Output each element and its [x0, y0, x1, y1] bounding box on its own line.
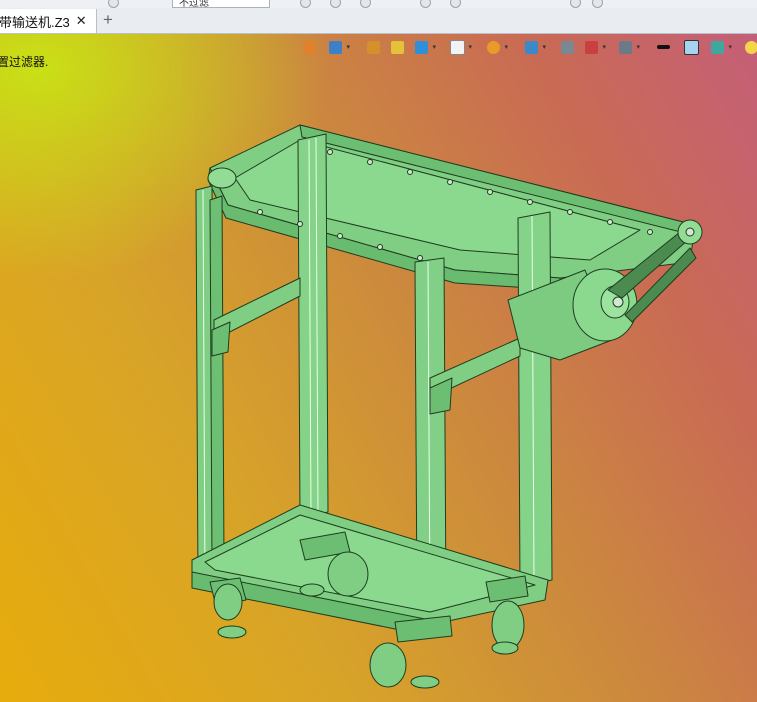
solid-shade-glyph	[390, 40, 404, 54]
pen-tool-icon[interactable]	[364, 38, 382, 56]
render-ball-icon[interactable]: ▾	[484, 38, 508, 56]
white-cube-glyph	[449, 39, 465, 55]
caster-right	[485, 575, 529, 655]
zoom-fit-icon[interactable]: ▾	[522, 38, 546, 56]
white-cube-icon[interactable]: ▾	[448, 38, 472, 56]
chevron-down-icon[interactable]: ▾	[504, 43, 508, 51]
zoom-fit-glyph	[524, 40, 538, 54]
chevron-down-icon[interactable]: ▾	[636, 43, 640, 51]
pen-tool-glyph	[366, 40, 380, 54]
view-cube-glyph	[328, 40, 342, 54]
clip-plane-icon[interactable]: ▾	[582, 38, 606, 56]
drive-pulley-center	[685, 227, 695, 237]
post-right	[517, 211, 553, 587]
solid-shade-icon[interactable]	[388, 38, 406, 56]
section-view-icon[interactable]	[558, 38, 576, 56]
end-roller	[207, 167, 237, 189]
exit-sketch-icon[interactable]	[300, 38, 318, 56]
conveyor-model[interactable]	[0, 0, 757, 702]
line-weight-glyph	[656, 45, 670, 49]
exit-sketch-glyph	[302, 40, 316, 54]
chevron-down-icon[interactable]: ▾	[728, 43, 732, 51]
section-view-glyph	[560, 40, 574, 54]
light-bulb-icon[interactable]	[742, 38, 757, 56]
post-front-mid	[297, 133, 329, 519]
blue-cube-glyph	[414, 40, 428, 54]
filter-hint-text: 置过滤器.	[0, 55, 49, 69]
chevron-down-icon[interactable]: ▾	[602, 43, 606, 51]
display-mode-glyph	[618, 40, 632, 54]
chevron-down-icon[interactable]: ▾	[346, 43, 350, 51]
color-swatch-glyph	[683, 39, 699, 55]
blue-cube-icon[interactable]: ▾	[412, 38, 436, 56]
chevron-down-icon[interactable]: ▾	[432, 43, 436, 51]
line-weight-icon[interactable]	[654, 38, 672, 56]
light-bulb-glyph	[744, 40, 757, 54]
chevron-down-icon[interactable]: ▾	[542, 43, 546, 51]
display-mode-icon[interactable]: ▾	[616, 38, 640, 56]
caster-front-left	[209, 577, 247, 639]
layer-icon[interactable]: ▾	[708, 38, 732, 56]
render-ball-glyph	[486, 40, 500, 54]
view-cube-icon[interactable]: ▾	[326, 38, 350, 56]
motor-shaft	[612, 296, 624, 308]
layer-glyph	[710, 40, 724, 54]
post-back-left	[209, 195, 225, 565]
color-swatch-icon[interactable]	[682, 38, 700, 56]
clip-plane-glyph	[584, 40, 598, 54]
chevron-down-icon[interactable]: ▾	[468, 43, 472, 51]
